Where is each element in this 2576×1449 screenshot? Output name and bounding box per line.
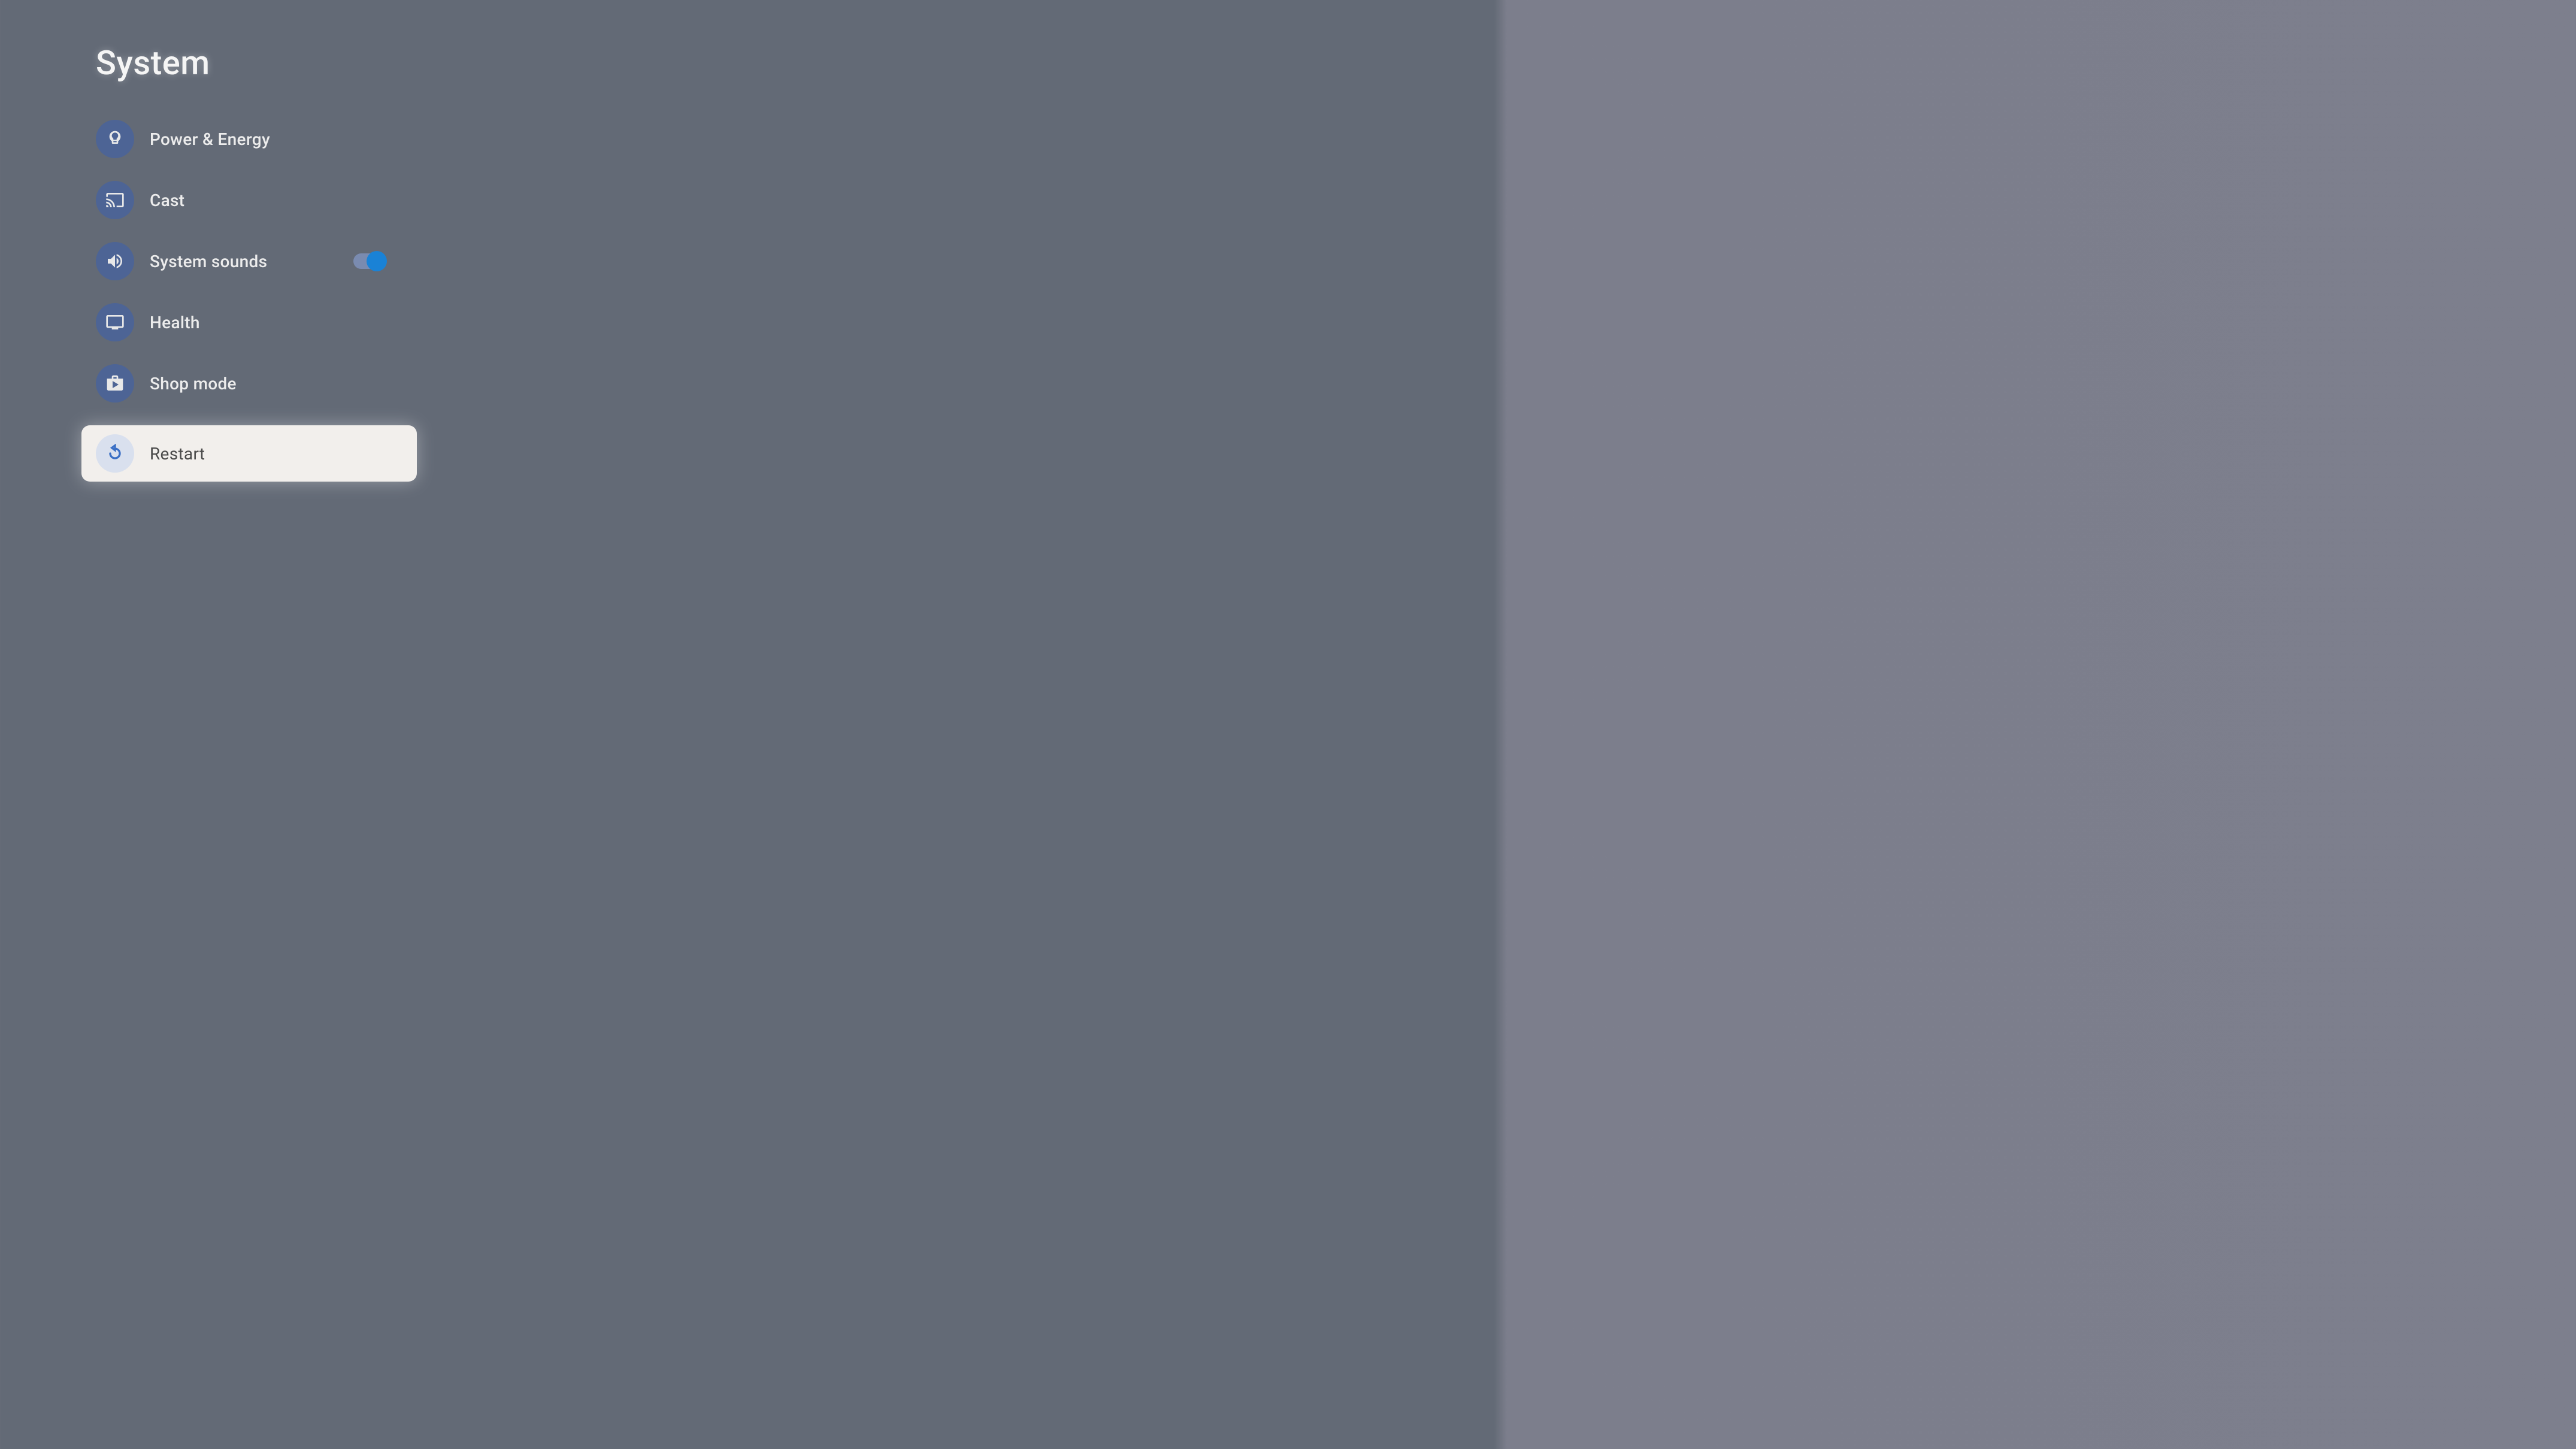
menu-list: Power & Energy Cast System sounds [96, 120, 515, 482]
lightbulb-icon [96, 120, 134, 158]
restart-icon [96, 434, 134, 473]
menu-item-label: System sounds [150, 252, 267, 271]
tv-icon [96, 303, 134, 341]
system-sounds-toggle[interactable] [353, 253, 385, 269]
menu-item-shop-mode[interactable]: Shop mode [96, 364, 515, 403]
cast-icon [96, 181, 134, 219]
menu-item-label: Health [150, 313, 200, 332]
menu-item-label: Power & Energy [150, 129, 270, 149]
menu-item-label: Cast [150, 190, 184, 210]
volume-icon [96, 242, 134, 280]
shop-icon [96, 364, 134, 403]
menu-item-restart[interactable]: Restart [81, 425, 417, 482]
menu-item-system-sounds[interactable]: System sounds [96, 242, 515, 280]
system-settings-panel: System Power & Energy Cast [0, 0, 515, 491]
page-title: System [96, 43, 515, 83]
toggle-thumb [367, 251, 387, 271]
menu-item-health[interactable]: Health [96, 303, 515, 341]
menu-item-cast[interactable]: Cast [96, 181, 515, 219]
menu-item-label: Restart [150, 444, 205, 464]
menu-item-label: Shop mode [150, 374, 237, 394]
menu-item-power-energy[interactable]: Power & Energy [96, 120, 515, 158]
